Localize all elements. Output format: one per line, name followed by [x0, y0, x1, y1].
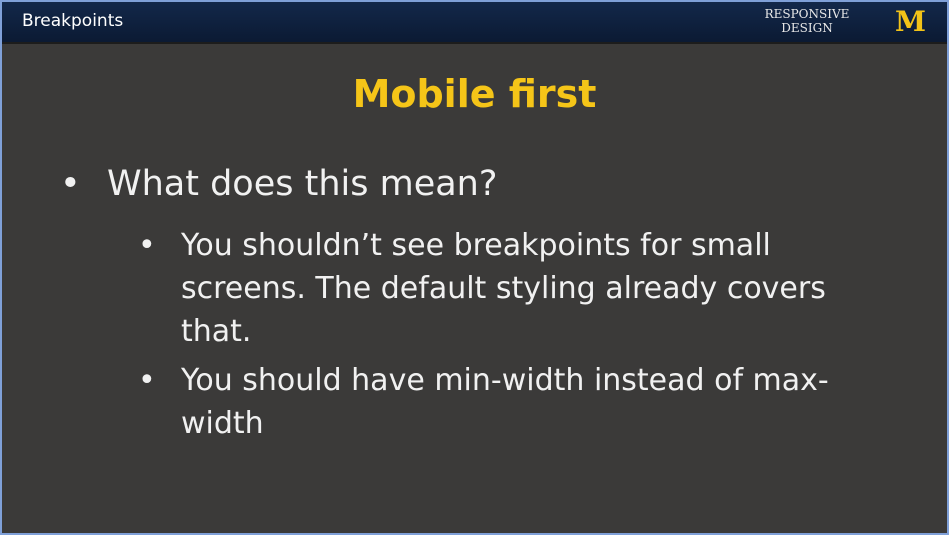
- bullet-text: What does this mean?: [107, 164, 498, 204]
- section-title: Breakpoints: [22, 11, 124, 31]
- slide-title: Mobile first: [352, 72, 597, 116]
- bullet-text: You shouldn’t see breakpoints for small …: [181, 228, 826, 349]
- bullet-icon: •: [138, 228, 156, 263]
- slide-header: Breakpoints RESPONSIVE DESIGN M: [2, 2, 947, 44]
- course-name: RESPONSIVE DESIGN: [764, 7, 850, 35]
- bullet-text: You should have min-width instead of max…: [181, 363, 829, 441]
- bullet-icon: •: [60, 164, 81, 204]
- slide: Breakpoints RESPONSIVE DESIGN M Mobile f…: [2, 2, 947, 533]
- university-logo: M: [895, 5, 926, 38]
- bullet-icon: •: [138, 363, 156, 398]
